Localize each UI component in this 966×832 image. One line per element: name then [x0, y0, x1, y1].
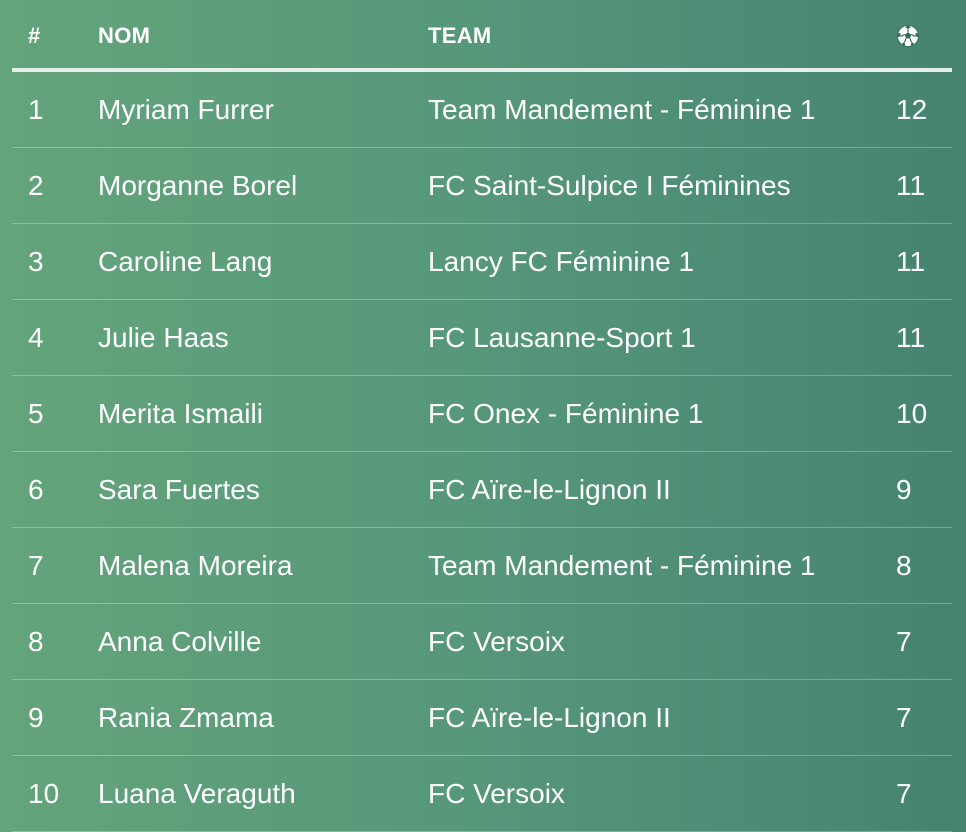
team-name-cell[interactable]: Team Mandement - Féminine 1: [428, 528, 816, 603]
rank-cell: 2: [28, 170, 44, 201]
player-name-cell[interactable]: Myriam Furrer: [98, 72, 274, 147]
rank-cell: 5: [28, 398, 44, 429]
team-name-cell[interactable]: FC Versoix: [428, 604, 565, 679]
header-team[interactable]: TEAM: [428, 24, 492, 48]
player-name-cell[interactable]: Sara Fuertes: [98, 452, 260, 527]
table-row-9[interactable]: 9 Rania Zmama FC Aïre-le-Lignon II 7: [12, 680, 952, 756]
goals-cell: 7: [896, 626, 912, 657]
team-name-cell[interactable]: FC Lausanne-Sport 1: [428, 300, 696, 375]
table-row-7[interactable]: 7 Malena Moreira Team Mandement - Fémini…: [12, 528, 952, 604]
rank-cell: 9: [28, 702, 44, 733]
player-name-cell[interactable]: Rania Zmama: [98, 680, 274, 755]
table-row-10[interactable]: 10 Luana Veraguth FC Versoix 7: [12, 756, 952, 832]
player-name-cell[interactable]: Morganne Borel: [98, 148, 297, 223]
team-name-cell[interactable]: Lancy FC Féminine 1: [428, 224, 694, 299]
table-row-5[interactable]: 5 Merita Ismaili FC Onex - Féminine 1 10: [12, 376, 952, 452]
player-name-cell[interactable]: Caroline Lang: [98, 224, 272, 299]
player-name-cell[interactable]: Malena Moreira: [98, 528, 293, 603]
header-rank[interactable]: #: [28, 24, 41, 48]
goals-cell: 7: [896, 778, 912, 809]
table-header: # NOM TEAM: [12, 0, 952, 72]
goals-cell: 11: [896, 246, 926, 277]
scorers-table: # NOM TEAM 1 Myriam Furrer Team Mandemen…: [12, 0, 952, 832]
table-row-6[interactable]: 6 Sara Fuertes FC Aïre-le-Lignon II 9: [12, 452, 952, 528]
team-name-cell[interactable]: FC Saint-Sulpice I Féminines: [428, 148, 791, 223]
header-name[interactable]: NOM: [98, 24, 150, 48]
goals-cell: 11: [896, 322, 926, 353]
rank-cell: 1: [28, 94, 44, 125]
goals-cell: 7: [896, 702, 912, 733]
table-row-1[interactable]: 1 Myriam Furrer Team Mandement - Féminin…: [12, 72, 952, 148]
player-name-cell[interactable]: Merita Ismaili: [98, 376, 263, 451]
table-row-4[interactable]: 4 Julie Haas FC Lausanne-Sport 1 11: [12, 300, 952, 376]
table-row-2[interactable]: 2 Morganne Borel FC Saint-Sulpice I Fémi…: [12, 148, 952, 224]
team-name-cell[interactable]: FC Aïre-le-Lignon II: [428, 680, 671, 755]
team-name-cell[interactable]: FC Onex - Féminine 1: [428, 376, 703, 451]
team-name-cell[interactable]: Team Mandement - Féminine 1: [428, 72, 816, 147]
rank-cell: 4: [28, 322, 44, 353]
goals-cell: 8: [896, 550, 912, 581]
table-body: 1 Myriam Furrer Team Mandement - Féminin…: [12, 72, 952, 832]
player-name-cell[interactable]: Julie Haas: [98, 300, 229, 375]
goals-cell: 9: [896, 474, 912, 505]
soccer-ball-icon[interactable]: [896, 24, 920, 48]
goals-cell: 12: [896, 94, 928, 125]
player-name-cell[interactable]: Luana Veraguth: [98, 756, 296, 831]
goals-cell: 10: [896, 398, 928, 429]
rank-cell: 7: [28, 550, 44, 581]
rank-cell: 10: [28, 778, 60, 809]
rank-cell: 6: [28, 474, 44, 505]
team-name-cell[interactable]: FC Aïre-le-Lignon II: [428, 452, 671, 527]
team-name-cell[interactable]: FC Versoix: [428, 756, 565, 831]
player-name-cell[interactable]: Anna Colville: [98, 604, 261, 679]
rank-cell: 8: [28, 626, 44, 657]
goals-cell: 11: [896, 170, 926, 201]
table-row-3[interactable]: 3 Caroline Lang Lancy FC Féminine 1 11: [12, 224, 952, 300]
rank-cell: 3: [28, 246, 44, 277]
table-row-8[interactable]: 8 Anna Colville FC Versoix 7: [12, 604, 952, 680]
